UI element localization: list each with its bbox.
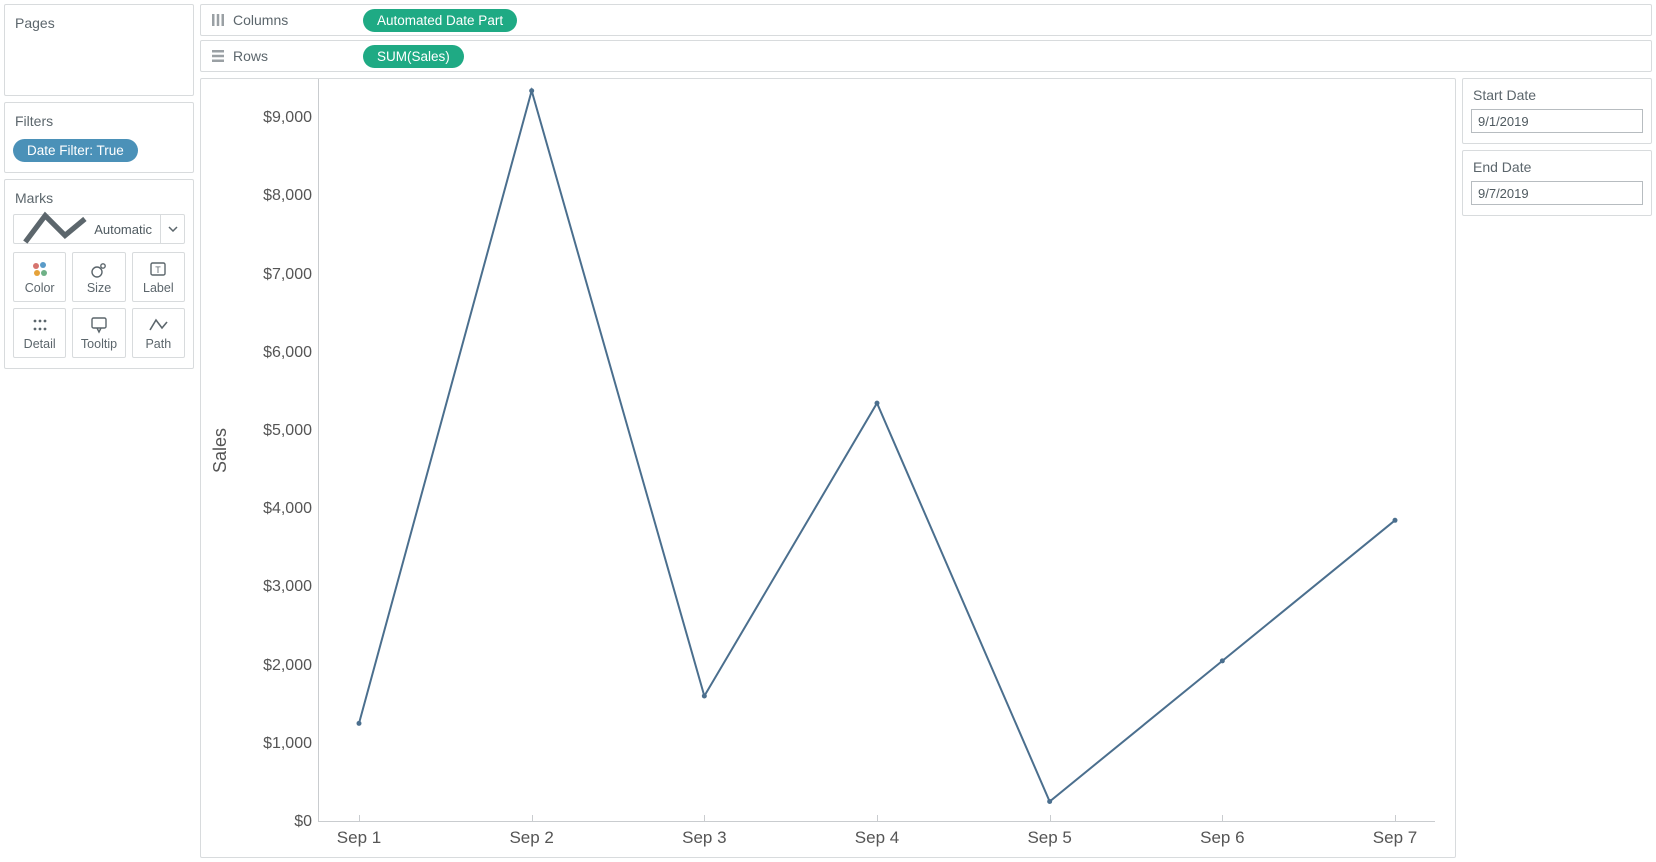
marks-type-select[interactable]: Automatic <box>13 214 185 244</box>
start-date-card: Start Date <box>1462 78 1652 144</box>
y-axis-title: Sales <box>210 428 231 473</box>
data-point[interactable] <box>875 401 880 406</box>
line-chart-svg <box>319 79 1435 821</box>
chart-view[interactable]: Sales $0 $1,000 $2,000 $3,000 $4,000 $5,000 $6… <box>200 78 1456 858</box>
mark-path-button[interactable]: Path <box>132 308 185 358</box>
data-point[interactable] <box>702 694 707 699</box>
line-icon <box>22 209 88 249</box>
detail-icon <box>30 315 50 335</box>
mark-tooltip-button[interactable]: Tooltip <box>72 308 125 358</box>
data-point[interactable] <box>1047 799 1052 804</box>
mark-size-button[interactable]: Size <box>72 252 125 302</box>
mark-detail-button[interactable]: Detail <box>13 308 66 358</box>
filters-title: Filters <box>13 109 185 137</box>
mark-color-button[interactable]: Color <box>13 252 66 302</box>
chevron-down-icon <box>160 215 184 243</box>
x-tick-label: Sep 3 <box>682 828 726 848</box>
y-tick-label: $9,000 <box>263 109 312 127</box>
y-tick-label: $4,000 <box>263 500 312 518</box>
marks-type-label: Automatic <box>94 222 152 237</box>
x-tick-label: Sep 2 <box>509 828 553 848</box>
rows-icon <box>211 49 225 63</box>
size-icon <box>89 259 109 279</box>
rows-label: Rows <box>233 48 268 64</box>
x-tick-label: Sep 5 <box>1027 828 1071 848</box>
data-point[interactable] <box>1220 658 1225 663</box>
end-date-label: End Date <box>1471 157 1643 181</box>
y-tick-label: $8,000 <box>263 187 312 205</box>
mark-size-label: Size <box>87 281 111 295</box>
label-icon: T <box>148 259 168 279</box>
columns-label: Columns <box>233 12 288 28</box>
x-tick-label: Sep 4 <box>855 828 899 848</box>
pages-drop-zone[interactable] <box>13 39 185 85</box>
data-point[interactable] <box>1393 518 1398 523</box>
pages-card: Pages <box>4 4 194 96</box>
rows-pill[interactable]: SUM(Sales) <box>363 45 464 68</box>
data-point[interactable] <box>357 721 362 726</box>
tooltip-icon <box>89 315 109 335</box>
mark-label-button[interactable]: T Label <box>132 252 185 302</box>
end-date-card: End Date <box>1462 150 1652 216</box>
color-icon <box>30 259 50 279</box>
mark-color-label: Color <box>25 281 55 295</box>
start-date-input[interactable] <box>1471 109 1643 133</box>
x-tick-label: Sep 7 <box>1373 828 1417 848</box>
y-tick-label: $1,000 <box>263 735 312 753</box>
mark-tooltip-label: Tooltip <box>81 337 117 351</box>
svg-text:T: T <box>156 265 162 275</box>
y-tick-label: $0 <box>294 813 312 831</box>
y-tick-label: $6,000 <box>263 344 312 362</box>
marks-card: Marks Automatic Co <box>4 179 194 369</box>
x-tick-label: Sep 6 <box>1200 828 1244 848</box>
data-line <box>359 91 1395 802</box>
x-tick-label: Sep 1 <box>337 828 381 848</box>
y-tick-label: $2,000 <box>263 657 312 675</box>
y-tick-label: $7,000 <box>263 266 312 284</box>
start-date-label: Start Date <box>1471 85 1643 109</box>
columns-icon <box>211 13 225 27</box>
filters-card: Filters Date Filter: True <box>4 102 194 173</box>
mark-path-label: Path <box>145 337 171 351</box>
y-tick-label: $5,000 <box>263 422 312 440</box>
filter-pill-date[interactable]: Date Filter: True <box>13 139 138 162</box>
path-icon <box>148 315 168 335</box>
pages-title: Pages <box>13 11 185 39</box>
mark-detail-label: Detail <box>24 337 56 351</box>
y-tick-label: $3,000 <box>263 578 312 596</box>
data-point[interactable] <box>529 88 534 93</box>
rows-shelf[interactable]: Rows SUM(Sales) <box>200 40 1652 72</box>
mark-label-label: Label <box>143 281 174 295</box>
columns-pill[interactable]: Automated Date Part <box>363 9 517 32</box>
columns-shelf[interactable]: Columns Automated Date Part <box>200 4 1652 36</box>
end-date-input[interactable] <box>1471 181 1643 205</box>
